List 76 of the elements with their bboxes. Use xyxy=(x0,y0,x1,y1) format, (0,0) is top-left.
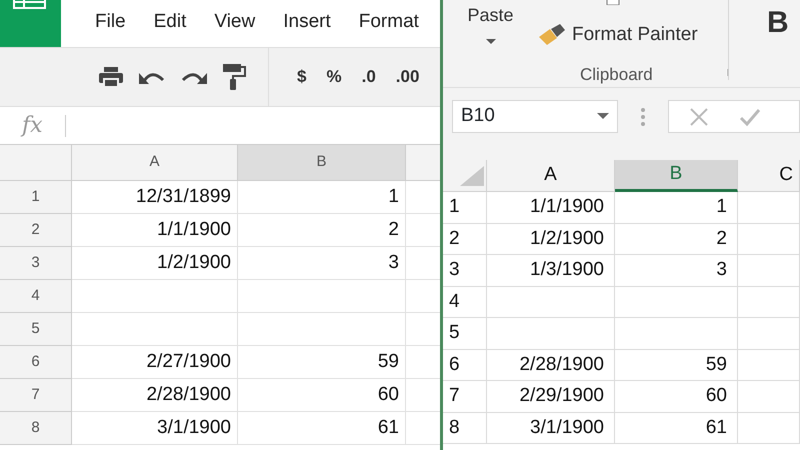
caret-icon[interactable] xyxy=(486,39,496,45)
format-button[interactable]: % xyxy=(320,64,348,90)
paintbrush-icon[interactable] xyxy=(538,23,566,48)
row-header[interactable]: 2 xyxy=(0,214,72,247)
row-header[interactable]: 7 xyxy=(0,379,72,412)
row-header[interactable]: 4 xyxy=(443,286,487,318)
column-header[interactable]: A xyxy=(487,160,615,192)
table-cell xyxy=(738,192,800,224)
table-cell: 1 xyxy=(615,192,738,224)
row-header[interactable]: 1 xyxy=(0,181,72,214)
menu-item[interactable]: Edit xyxy=(154,8,186,47)
table-cell xyxy=(738,350,800,381)
table-cell: 61 xyxy=(615,412,738,444)
vertical-dots-icon[interactable] xyxy=(640,106,646,126)
row-header[interactable]: 5 xyxy=(0,313,72,346)
row-header[interactable]: 3 xyxy=(443,255,487,286)
table-cell xyxy=(738,381,800,412)
checkmark-icon[interactable] xyxy=(739,106,761,126)
table-cell: 1/2/1900 xyxy=(487,224,615,255)
row-header[interactable]: 6 xyxy=(443,350,487,381)
paint-roller-icon[interactable] xyxy=(222,63,246,91)
row-header[interactable]: 7 xyxy=(443,381,487,412)
copy-icon[interactable] xyxy=(606,0,620,5)
row-header[interactable]: 8 xyxy=(443,412,487,444)
table-cell: 3/1/1900 xyxy=(72,412,238,445)
table-cell: 12/31/1899 xyxy=(72,181,238,214)
table-cell: 3/1/1900 xyxy=(487,412,615,444)
table-cell: 60 xyxy=(238,379,406,412)
table-cell: 2/29/1900 xyxy=(487,381,615,412)
paste-button[interactable]: Paste xyxy=(467,2,514,29)
table-cell xyxy=(738,286,800,318)
table-cell: 2/28/1900 xyxy=(72,379,238,412)
menu-item[interactable]: File xyxy=(95,8,126,47)
print-icon[interactable] xyxy=(98,65,124,89)
table-cell: 3 xyxy=(238,247,406,280)
table-cell: 1/1/1900 xyxy=(72,214,238,247)
column-header[interactable]: A xyxy=(72,145,238,181)
table-cell xyxy=(738,224,800,255)
row-header[interactable]: 2 xyxy=(443,224,487,255)
row-header[interactable]: 3 xyxy=(0,247,72,280)
table-cell: 60 xyxy=(615,381,738,412)
table-cell: 1 xyxy=(238,181,406,214)
group-label: Clipboard xyxy=(580,64,653,86)
menu-item[interactable]: View xyxy=(214,8,256,47)
table-cell: 59 xyxy=(238,346,406,379)
table-cell xyxy=(738,412,800,444)
menu-item[interactable]: Insert xyxy=(283,8,331,47)
bold-button[interactable]: B xyxy=(767,6,789,39)
table-cell: 2 xyxy=(615,224,738,255)
format-button[interactable]: .0 xyxy=(356,64,382,90)
table-cell: 1/2/1900 xyxy=(72,247,238,280)
name-box[interactable]: B10 xyxy=(452,100,618,133)
table-cell: 1/3/1900 xyxy=(487,255,615,286)
column-header[interactable]: C xyxy=(738,160,800,192)
table-cell xyxy=(738,255,800,286)
row-header[interactable]: 5 xyxy=(443,318,487,350)
format-button[interactable]: .00 xyxy=(390,64,426,90)
app-logo xyxy=(0,0,61,47)
row-header[interactable]: 1 xyxy=(443,192,487,224)
table-cell: 2 xyxy=(238,214,406,247)
table-cell: 2/27/1900 xyxy=(72,346,238,379)
table-cell: 59 xyxy=(615,350,738,381)
column-header[interactable]: B xyxy=(615,160,738,192)
table-cell xyxy=(738,318,800,350)
format-button[interactable]: $ xyxy=(291,64,312,90)
menu-item[interactable]: Format xyxy=(358,8,419,47)
table-cell: 2/28/1900 xyxy=(487,350,615,381)
table-cell: 3 xyxy=(615,255,738,286)
table-cell: 61 xyxy=(238,412,406,445)
row-header[interactable]: 6 xyxy=(0,346,72,379)
column-header[interactable]: B xyxy=(238,145,406,181)
formula-label: fx xyxy=(0,114,66,136)
table-cell: 1/1/1900 xyxy=(487,192,615,224)
format-painter-button[interactable]: Format Painter xyxy=(572,21,698,50)
row-header[interactable]: 8 xyxy=(0,412,72,445)
row-header[interactable]: 4 xyxy=(0,280,72,313)
